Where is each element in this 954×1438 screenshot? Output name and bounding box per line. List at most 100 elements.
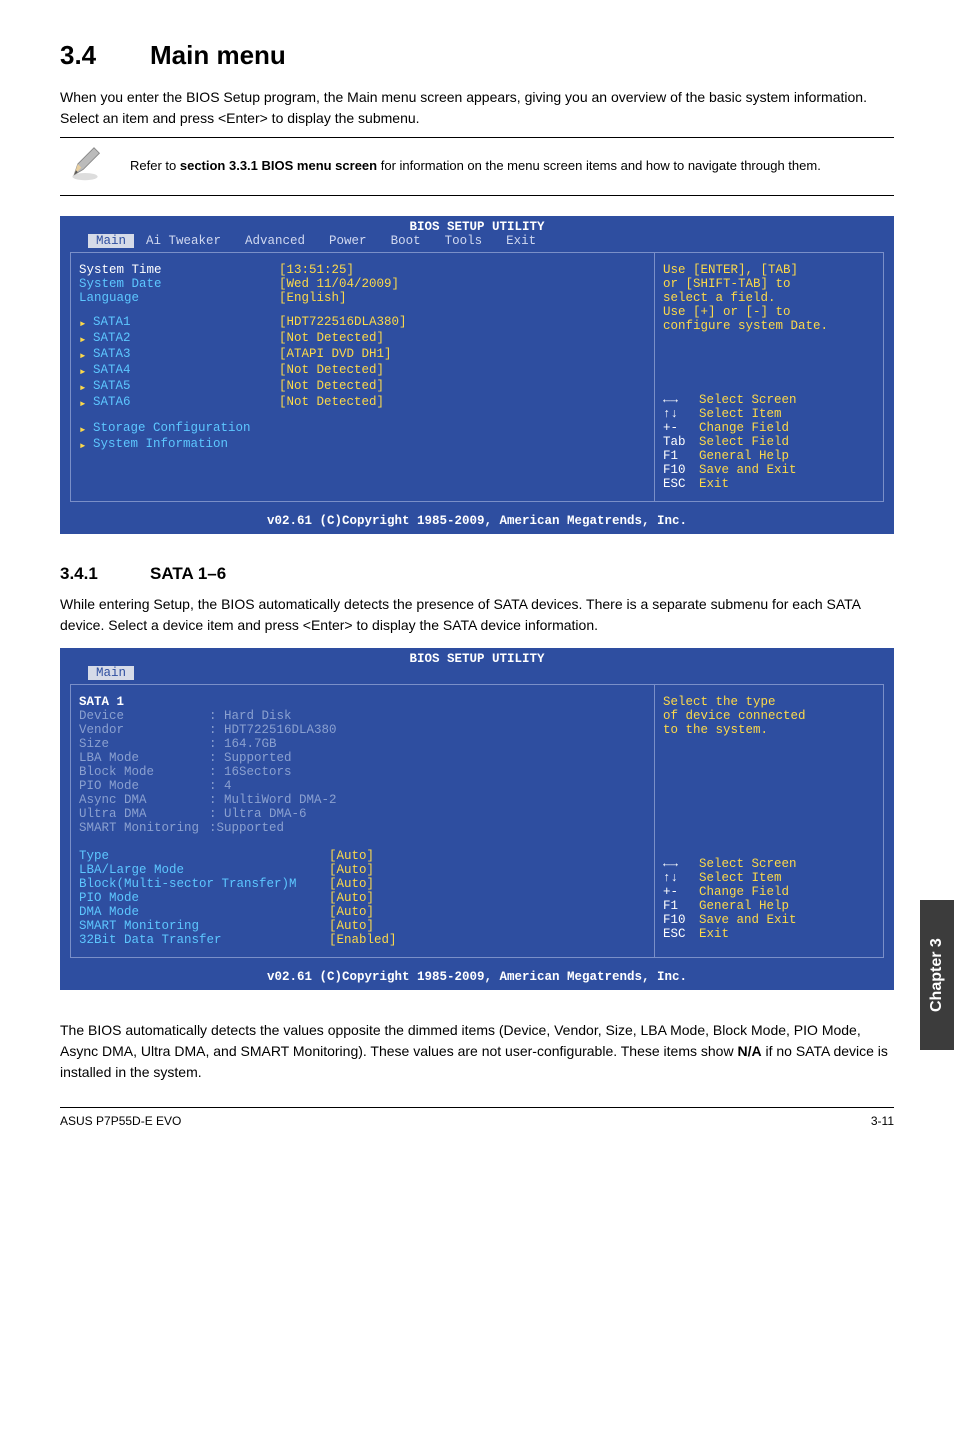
help-desc: Save and Exit	[699, 913, 797, 927]
section-title-text: Main menu	[150, 40, 286, 70]
field-system-date: System Date	[79, 277, 279, 291]
bios2-copyright: v02.61 (C)Copyright 1985-2009, American …	[60, 966, 894, 990]
section-intro: When you enter the BIOS Setup program, t…	[60, 87, 894, 129]
triangle-icon: ▸	[79, 395, 93, 411]
help-key: ←→	[663, 393, 699, 407]
tab-main: Main	[88, 234, 134, 248]
field-sata2: SATA2	[93, 331, 279, 347]
info-block-value: : 16Sectors	[209, 765, 292, 779]
help-line: to the system.	[663, 723, 875, 737]
help-line: of device connected	[663, 709, 875, 723]
triangle-icon: ▸	[79, 315, 93, 331]
bios1-left-pane: System Time[13:51:25] System Date[Wed 11…	[70, 252, 654, 502]
help-desc: Select Screen	[699, 857, 797, 871]
help-key: ↑↓	[663, 407, 699, 421]
help-desc: Select Item	[699, 407, 782, 421]
help-line: configure system Date.	[663, 319, 875, 333]
field-sata5: SATA5	[93, 379, 279, 395]
help-key: ←→	[663, 857, 699, 871]
info-pio-value: : 4	[209, 779, 232, 793]
opt-32bit-value: [Enabled]	[329, 933, 397, 947]
value-system-time: [13:51:25]	[279, 263, 354, 277]
tab-main: Main	[88, 666, 134, 680]
chapter-tab: Chapter 3	[920, 900, 954, 1050]
help-key: F1	[663, 449, 699, 463]
help-key: F10	[663, 913, 699, 927]
section-heading: 3.4Main menu	[60, 40, 894, 71]
triangle-icon: ▸	[79, 421, 93, 437]
help-line: Use [ENTER], [TAB]	[663, 263, 875, 277]
field-system-time: System Time	[79, 263, 279, 277]
info-vendor-value: : HDT722516DLA380	[209, 723, 337, 737]
closing-text-b: N/A	[737, 1043, 761, 1059]
help-desc: General Help	[699, 899, 789, 913]
note-prefix: Refer to	[130, 158, 180, 173]
closing-paragraph: The BIOS automatically detects the value…	[60, 1020, 894, 1083]
tab-advanced: Advanced	[233, 234, 317, 248]
help-desc: Exit	[699, 477, 729, 491]
opt-dma-value: [Auto]	[329, 905, 374, 919]
value-sata1: [HDT722516DLA380]	[279, 315, 407, 331]
opt-pio: PIO Mode	[79, 891, 329, 905]
bios1-copyright: v02.61 (C)Copyright 1985-2009, American …	[60, 510, 894, 534]
info-device-value: : Hard Disk	[209, 709, 292, 723]
bios1-tabs: Main Ai Tweaker Advanced Power Boot Tool…	[60, 234, 894, 252]
submenu-system-info: System Information	[93, 437, 228, 453]
value-sata6: [Not Detected]	[279, 395, 384, 411]
note-block: Refer to section 3.3.1 BIOS menu screen …	[60, 137, 894, 196]
help-key: +-	[663, 421, 699, 435]
help-key: F1	[663, 899, 699, 913]
value-sata2: [Not Detected]	[279, 331, 384, 347]
subsection-number: 3.4.1	[60, 564, 150, 584]
bios1-header: BIOS SETUP UTILITY	[60, 216, 894, 234]
help-line: Select the type	[663, 695, 875, 709]
value-sata4: [Not Detected]	[279, 363, 384, 379]
field-sata6: SATA6	[93, 395, 279, 411]
bios-sata-screenshot: BIOS SETUP UTILITY Main SATA 1 Device: H…	[60, 648, 894, 990]
opt-smart-value: [Auto]	[329, 919, 374, 933]
field-language: Language	[79, 291, 279, 305]
field-sata1: SATA1	[93, 315, 279, 331]
opt-block-value: [Auto]	[329, 877, 374, 891]
tab-power: Power	[317, 234, 379, 248]
opt-pio-value: [Auto]	[329, 891, 374, 905]
help-key: ESC	[663, 927, 699, 941]
note-bold: section 3.3.1 BIOS menu screen	[180, 158, 377, 173]
value-system-date: [Wed 11/04/2009]	[279, 277, 399, 291]
subsection-intro: While entering Setup, the BIOS automatic…	[60, 594, 894, 636]
opt-type: Type	[79, 849, 329, 863]
note-suffix: for information on the menu screen items…	[377, 158, 821, 173]
bios2-header: BIOS SETUP UTILITY	[60, 648, 894, 666]
info-size-label: Size	[79, 737, 209, 751]
help-desc: General Help	[699, 449, 789, 463]
info-lba-value: : Supported	[209, 751, 292, 765]
tab-ai-tweaker: Ai Tweaker	[134, 234, 233, 248]
help-key: Tab	[663, 435, 699, 449]
bios2-help-pane: Select the type of device connected to t…	[654, 684, 884, 958]
info-ultra-label: Ultra DMA	[79, 807, 209, 821]
info-size-value: : 164.7GB	[209, 737, 277, 751]
info-ultra-value: : Ultra DMA-6	[209, 807, 307, 821]
info-device-label: Device	[79, 709, 209, 723]
subsection-heading: 3.4.1SATA 1–6	[60, 564, 894, 584]
opt-lba-value: [Auto]	[329, 863, 374, 877]
opt-block: Block(Multi-sector Transfer)M	[79, 877, 329, 891]
info-smart-value: :Supported	[209, 821, 284, 835]
help-key: F10	[663, 463, 699, 477]
bios2-left-pane: SATA 1 Device: Hard Disk Vendor: HDT7225…	[70, 684, 654, 958]
value-language: [English]	[279, 291, 347, 305]
footer-left: ASUS P7P55D-E EVO	[60, 1114, 181, 1128]
help-line: Use [+] or [-] to	[663, 305, 875, 319]
opt-type-value: [Auto]	[329, 849, 374, 863]
triangle-icon: ▸	[79, 347, 93, 363]
submenu-storage-config: Storage Configuration	[93, 421, 251, 437]
help-desc: Exit	[699, 927, 729, 941]
triangle-icon: ▸	[79, 363, 93, 379]
help-desc: Change Field	[699, 885, 789, 899]
help-key: ↑↓	[663, 871, 699, 885]
pencil-icon	[60, 146, 110, 187]
help-line: or [SHIFT-TAB] to	[663, 277, 875, 291]
opt-lba: LBA/Large Mode	[79, 863, 329, 877]
bios-main-screenshot: BIOS SETUP UTILITY Main Ai Tweaker Advan…	[60, 216, 894, 534]
info-lba-label: LBA Mode	[79, 751, 209, 765]
